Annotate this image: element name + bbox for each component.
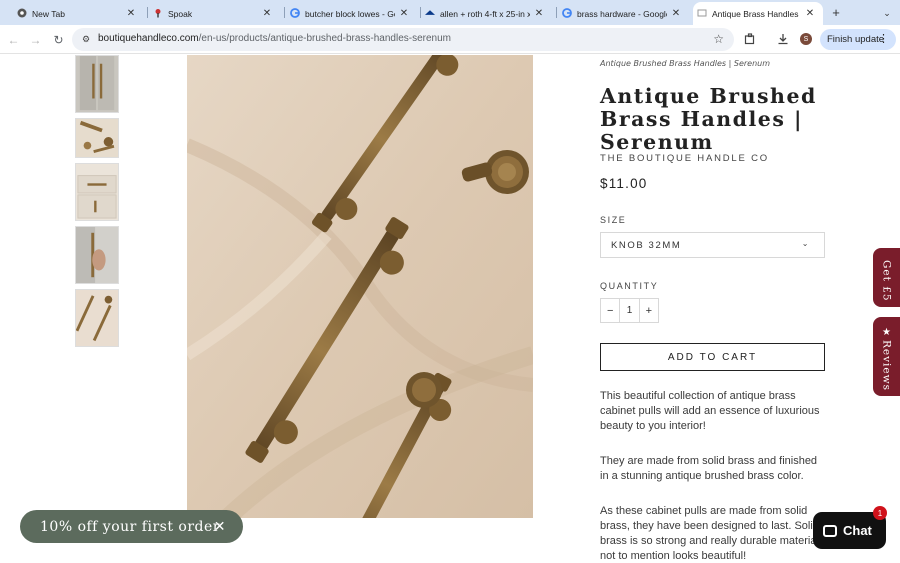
chat-label: Chat — [843, 523, 872, 538]
reviews-tab[interactable]: ★ Reviews — [873, 317, 900, 396]
lowes-icon — [425, 8, 435, 18]
description-paragraph: As these cabinet pulls are made from sol… — [600, 505, 822, 562]
more-options-icon[interactable]: ⋮ — [878, 32, 889, 45]
google-icon — [290, 8, 300, 18]
tab-new-tab[interactable]: New Tab ✕ — [16, 2, 144, 25]
tab-butcher-block[interactable]: butcher block lowes - Go ✕ — [289, 2, 417, 25]
close-icon[interactable]: ✕ — [803, 6, 817, 20]
url-text: boutiquehandleco.com/en-us/products/anti… — [98, 33, 451, 44]
quantity-stepper: − 1 + — [600, 298, 659, 323]
finish-update-button[interactable]: Finish update ⋮ — [820, 29, 896, 50]
quantity-minus-button[interactable]: − — [601, 299, 619, 322]
bookmark-star-icon[interactable]: ☆ — [713, 32, 724, 46]
url-path: /en-us/products/antique-brushed-brass-ha… — [198, 33, 451, 44]
tab-title: Antique Brass Handles | H — [712, 8, 801, 19]
add-to-cart-button[interactable]: ADD TO CART — [600, 343, 825, 371]
product-thumbnail[interactable] — [75, 55, 119, 113]
site-settings-icon[interactable]: ⚙ — [80, 33, 92, 45]
tab-allen-roth[interactable]: allen + roth 4-ft x 25-in x ✕ — [424, 2, 552, 25]
avatar[interactable]: S — [800, 33, 812, 45]
tab-title: brass hardware - Google — [577, 8, 667, 19]
chevron-down-icon: ⌄ — [801, 239, 810, 248]
notification-badge: 1 — [873, 506, 887, 520]
description-paragraph: This beautiful collection of antique bra… — [600, 390, 820, 432]
finish-update-label: Finish update — [827, 34, 885, 45]
tab-title: allen + roth 4-ft x 25-in x — [440, 8, 530, 19]
product-thumbnail[interactable] — [75, 163, 119, 221]
new-tab-icon[interactable]: + — [829, 5, 843, 20]
promo-label: 10% off your first order — [40, 518, 220, 535]
close-icon[interactable]: ✕ — [214, 518, 226, 535]
vendor-name: THE BOUTIQUE HANDLE CO — [600, 153, 769, 164]
tab-separator — [284, 7, 285, 18]
url-host: boutiquehandleco.com — [98, 33, 199, 44]
chat-button[interactable]: Chat 1 — [813, 506, 887, 549]
quantity-input[interactable]: 1 — [619, 299, 640, 322]
address-bar[interactable]: ⚙ boutiquehandleco.com/en-us/products/an… — [72, 28, 734, 51]
google-icon — [562, 8, 572, 18]
tab-title: butcher block lowes - Go — [305, 8, 395, 19]
spoak-icon — [153, 8, 163, 18]
description-paragraph: They are made from solid brass and finis… — [600, 455, 818, 482]
star-icon: ★ — [882, 327, 891, 338]
close-icon[interactable]: ✕ — [397, 6, 411, 20]
reload-icon[interactable]: ↻ — [51, 32, 66, 47]
promo-banner[interactable]: 10% off your first order ✕ — [20, 510, 243, 543]
get-reward-tab[interactable]: Get £5 — [873, 248, 900, 307]
close-icon[interactable]: ✕ — [669, 6, 683, 20]
close-icon[interactable]: ✕ — [124, 6, 138, 20]
tab-brass-hardware[interactable]: brass hardware - Google ✕ — [561, 2, 689, 25]
tab-antique-brass-active[interactable]: Antique Brass Handles | H ✕ — [693, 2, 823, 25]
product-thumbnail[interactable] — [75, 226, 119, 284]
chevron-down-icon[interactable]: ⌄ — [879, 5, 895, 21]
close-icon[interactable]: ✕ — [260, 6, 274, 20]
tab-title: New Tab — [32, 8, 65, 19]
breadcrumb[interactable]: Antique Brushed Brass Handles | Serenum — [600, 59, 770, 68]
tab-separator — [556, 7, 557, 18]
get-reward-label: Get £5 — [880, 260, 893, 302]
product-price: $11.00 — [600, 176, 648, 191]
download-icon[interactable] — [775, 31, 791, 47]
product-main-image[interactable] — [183, 55, 536, 563]
quantity-plus-button[interactable]: + — [640, 299, 658, 322]
product-page: Antique Brushed Brass Handles | Serenum … — [0, 55, 900, 563]
tab-separator — [420, 7, 421, 18]
product-thumbnail[interactable] — [75, 118, 119, 158]
browser-toolbar: ← → ↻ ⚙ boutiquehandleco.com/en-us/produ… — [0, 25, 900, 54]
tab-spoak[interactable]: Spoak ✕ — [152, 2, 280, 25]
back-icon[interactable]: ← — [6, 32, 21, 47]
quantity-label: QUANTITY — [600, 281, 659, 291]
page-icon — [697, 8, 707, 18]
size-select[interactable]: KNOB 32MM ⌄ — [600, 232, 825, 258]
size-label: SIZE — [600, 215, 627, 225]
tab-strip: New Tab ✕ Spoak ✕ butcher block lowes - … — [0, 0, 900, 25]
size-select-value: KNOB 32MM — [611, 239, 682, 251]
tab-title: Spoak — [168, 8, 193, 19]
close-icon[interactable]: ✕ — [532, 6, 546, 20]
page-title: Antique Brushed Brass Handles | Serenum — [600, 84, 817, 154]
forward-icon[interactable]: → — [28, 32, 43, 47]
tab-separator — [147, 7, 148, 18]
extensions-icon[interactable] — [742, 31, 758, 47]
chrome-icon — [17, 8, 27, 18]
chat-bubble-icon — [823, 524, 837, 537]
reviews-label: Reviews — [880, 340, 893, 391]
product-thumbnail[interactable] — [75, 289, 119, 347]
